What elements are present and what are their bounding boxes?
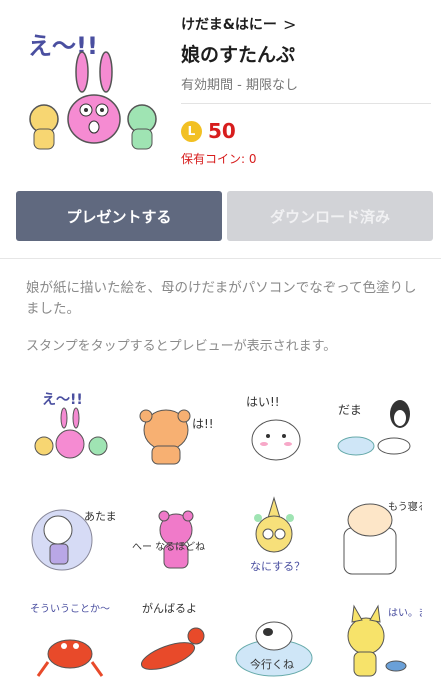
chevron-right-icon: > (282, 14, 297, 34)
sticker-caption: あたまが… (84, 509, 116, 523)
creator-name: けだま&はにー (181, 17, 277, 33)
sticker-caption: もう寝る… (388, 500, 422, 513)
sticker-item[interactable]: そういうことか〜 (20, 590, 120, 694)
sticker-image: もう寝る… (343, 500, 422, 575)
sticker-image: だま (337, 400, 411, 456)
sticker-image: がんばるよ (140, 601, 205, 670)
sticker-item[interactable]: 今行くね (224, 590, 324, 694)
sticker-caption: そういうことか〜 (30, 603, 110, 615)
sticker-caption: え〜!! (42, 392, 83, 408)
sticker-image: はい!! (246, 395, 301, 461)
header-separator (181, 103, 431, 104)
sticker-item[interactable]: は!! (122, 378, 222, 482)
sticker-caption: は!! (192, 417, 214, 431)
sticker-image: え〜!! (34, 392, 108, 459)
sticker-caption: はい!! (246, 395, 280, 409)
main-sticker-thumbnail: え〜!! (28, 32, 157, 150)
line-coin-icon: L (181, 120, 202, 142)
sticker-grid: え〜!! は!! はい!! だま あたま へー なるほどね なにする？ もう寝 … (20, 378, 426, 694)
download-button[interactable]: ダウンロード済み (227, 191, 433, 241)
section-divider (0, 258, 441, 259)
sticker-caption: だま (338, 403, 362, 417)
sticker-item[interactable]: もう寝る… (326, 484, 426, 588)
price-row: L 50 (181, 119, 236, 143)
sticker-item[interactable]: え〜!! (20, 378, 120, 482)
sticker-item[interactable]: あたまが… (20, 484, 120, 588)
sticker-caption: なにする？ (250, 560, 305, 573)
page-title: 娘のすたんぷ (181, 44, 296, 66)
sticker-item[interactable]: なにする？ (224, 484, 324, 588)
sticker-image: は!! (139, 409, 214, 465)
creator-link[interactable]: けだま&はにー > (181, 14, 296, 34)
validity-text: 有効期間 - 期限なし (181, 78, 298, 93)
preview-hint: スタンプをタップするとプレビューが表示されます。 (26, 339, 337, 354)
sticker-image: あたまが… (31, 509, 116, 571)
product-header: え〜!! けだま&はにー > 娘のすたんぷ 有効期間 - 期限なし L 50 保… (0, 0, 441, 190)
sticker-item[interactable]: だま (326, 378, 426, 482)
sticker-image: 今行くね (235, 621, 313, 677)
svg-text:え〜!!: え〜!! (28, 32, 98, 60)
sticker-image: へー なるほどね (132, 510, 205, 569)
sticker-item[interactable]: はい!! (224, 378, 324, 482)
sticker-item[interactable]: へー なるほどね (122, 484, 222, 588)
sticker-image: なにする？ (250, 496, 305, 573)
sticker-item[interactable]: はい。まかせて (326, 590, 426, 694)
sticker-caption: がんばるよ (142, 601, 197, 615)
sticker-caption: へー なるほどね (132, 541, 205, 553)
gift-button[interactable]: プレゼントする (16, 191, 222, 241)
sticker-item[interactable]: がんばるよ (122, 590, 222, 694)
product-description: 娘が紙に描いた絵を、母のけだまがパソコンでなぞって色塗りしました。 (26, 280, 417, 317)
owned-coins-text: 保有コイン: 0 (181, 152, 257, 166)
sticker-image: はい。まかせて (347, 604, 422, 677)
sticker-image: そういうことか〜 (30, 603, 110, 677)
sticker-caption: 今行くね (250, 657, 294, 671)
price-value: 50 (208, 119, 236, 143)
sticker-caption: はい。まかせて (388, 607, 422, 619)
